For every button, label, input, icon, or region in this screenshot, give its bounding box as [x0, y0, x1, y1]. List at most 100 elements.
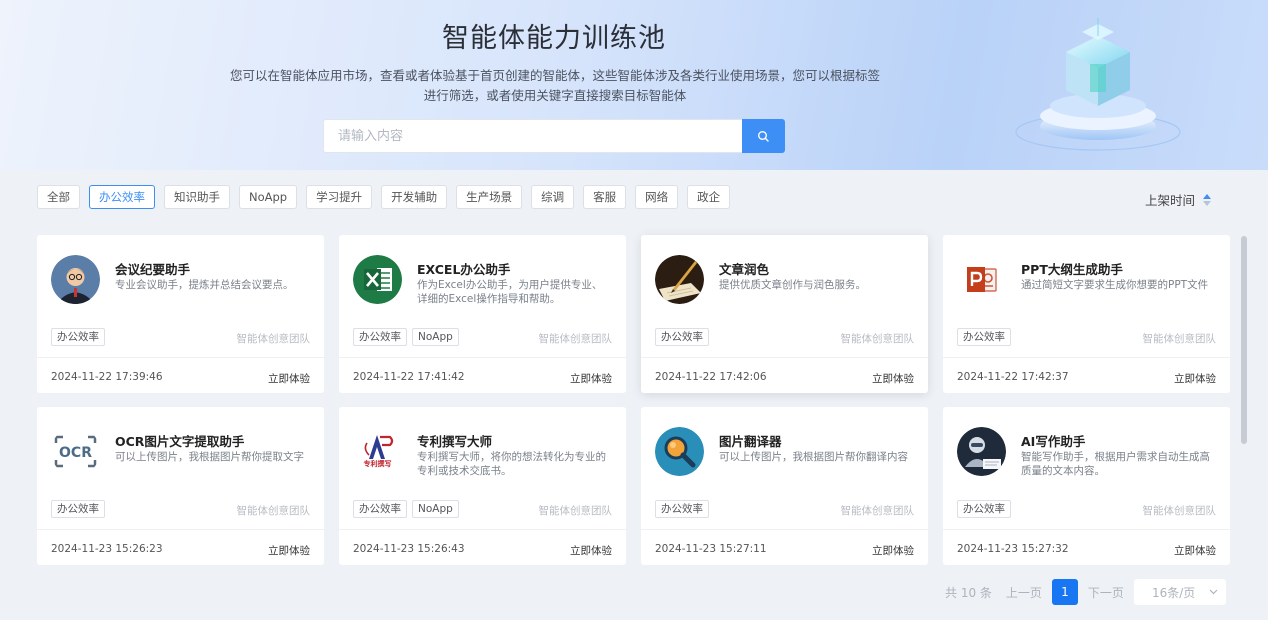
- agent-tag: 办公效率: [353, 500, 407, 518]
- hero-banner: 智能体能力训练池 您可以在智能体应用市场，查看或者体验基于首页创建的智能体，这些…: [0, 0, 1268, 170]
- agent-name: 专利撰写大师: [417, 434, 493, 449]
- agent-card[interactable]: PPT大纲生成助手 通过简短文字要求生成你想要的PPT文件 办公效率 智能体创意…: [943, 235, 1230, 393]
- card-divider: [641, 357, 928, 358]
- prev-page-button[interactable]: 上一页: [1006, 584, 1042, 601]
- agent-tag: 办公效率: [353, 328, 407, 346]
- pagination: 共 10 条 上一页 1 下一页 16条/页: [945, 579, 1226, 605]
- agent-tag: NoApp: [412, 328, 459, 346]
- patent-logo-text: 专利撰写: [363, 460, 392, 468]
- tag-all[interactable]: 全部: [37, 185, 80, 209]
- agent-description: 提供优质文章创作与润色服务。: [719, 279, 866, 291]
- try-now-link[interactable]: 立即体验: [872, 543, 914, 558]
- try-now-link[interactable]: 立即体验: [872, 371, 914, 386]
- agent-tags: 办公效率: [655, 500, 709, 518]
- agent-team: 智能体创意团队: [538, 333, 613, 345]
- agent-tags: 办公效率: [51, 500, 105, 518]
- try-now-link[interactable]: 立即体验: [1174, 371, 1216, 386]
- search-icon: [758, 130, 769, 142]
- card-divider: [37, 529, 324, 530]
- tag-network[interactable]: 网络: [635, 185, 679, 209]
- card-divider: [943, 529, 1230, 530]
- agent-tags: 办公效率: [51, 328, 105, 346]
- filter-tags: 全部 办公效率 知识助手 NoApp 学习提升 开发辅助 生产场景 综调 客服 …: [37, 185, 731, 209]
- card-divider: [641, 529, 928, 530]
- agent-tag: 办公效率: [51, 500, 105, 518]
- agent-team: 智能体创意团队: [1142, 505, 1217, 517]
- agent-card[interactable]: AI写作助手 智能写作助手，根据用户需求自动生成高质量的文本内容。 办公效率 智…: [943, 407, 1230, 565]
- agent-tags: 办公效率: [957, 328, 1011, 346]
- tag-learning[interactable]: 学习提升: [306, 185, 373, 209]
- ocr-icon: OCR: [51, 427, 100, 476]
- agent-name: PPT大纲生成助手: [1021, 262, 1123, 277]
- page-number-button[interactable]: 1: [1051, 579, 1078, 605]
- patent-logo-icon: 专利撰写: [353, 427, 402, 476]
- svg-text:OCR: OCR: [59, 445, 92, 461]
- agent-publish-time: 2024-11-22 17:42:06: [655, 371, 767, 383]
- agent-name: AI写作助手: [1021, 434, 1086, 449]
- cube-illustration-icon: [1015, 18, 1181, 151]
- agent-tag: 办公效率: [655, 500, 709, 518]
- agent-description: 可以上传图片，我根据图片帮你提取文字: [115, 451, 304, 463]
- vertical-scrollbar[interactable]: [1241, 236, 1247, 444]
- try-now-link[interactable]: 立即体验: [570, 543, 612, 558]
- try-now-link[interactable]: 立即体验: [268, 371, 310, 386]
- search-input[interactable]: [323, 119, 742, 153]
- agent-description: 智能写作助手，根据用户需求自动生成高质量的文本内容。: [1021, 451, 1210, 477]
- try-now-link[interactable]: 立即体验: [570, 371, 612, 386]
- pen-writing-icon: [655, 255, 704, 304]
- robot-writer-icon: [957, 427, 1006, 476]
- agent-tag: 办公效率: [957, 328, 1011, 346]
- tag-government[interactable]: 政企: [687, 185, 731, 209]
- agent-publish-time: 2024-11-23 15:26:43: [353, 543, 465, 555]
- page-size-select[interactable]: 16条/页: [1133, 579, 1226, 605]
- tag-production[interactable]: 生产场景: [456, 185, 523, 209]
- agent-publish-time: 2024-11-22 17:41:42: [353, 371, 465, 383]
- agent-team: 智能体创意团队: [538, 505, 613, 517]
- tag-office-efficiency[interactable]: 办公效率: [89, 185, 155, 209]
- agent-publish-time: 2024-11-23 15:26:23: [51, 543, 163, 555]
- agent-tags: 办公效率 NoApp: [353, 328, 459, 346]
- agent-card[interactable]: OCR OCR图片文字提取助手 可以上传图片，我根据图片帮你提取文字 办公效率 …: [37, 407, 324, 565]
- agent-card-grid: 会议纪要助手 专业会议助手，提炼并总结会议要点。 办公效率 智能体创意团队 20…: [37, 235, 1232, 565]
- card-divider: [37, 357, 324, 358]
- agent-description: 可以上传图片，我根据图片帮你翻译内容: [719, 451, 908, 463]
- agent-card[interactable]: EXCEL办公助手 作为Excel办公助手，为用户提供专业、详细的Excel操作…: [339, 235, 626, 393]
- chevron-down-icon: [1209, 589, 1218, 595]
- sort-by-time[interactable]: 上架时间: [1145, 190, 1212, 209]
- tag-dev-assist[interactable]: 开发辅助: [381, 185, 448, 209]
- agent-publish-time: 2024-11-23 15:27:11: [655, 543, 767, 555]
- agent-tag: 办公效率: [655, 328, 709, 346]
- try-now-link[interactable]: 立即体验: [268, 543, 310, 558]
- card-divider: [339, 529, 626, 530]
- agent-name: 会议纪要助手: [115, 262, 191, 277]
- agent-card[interactable]: 文章润色 提供优质文章创作与润色服务。 办公效率 智能体创意团队 2024-11…: [641, 235, 928, 393]
- tag-knowledge-assistant[interactable]: 知识助手: [164, 185, 230, 209]
- pagination-total: 共 10 条: [945, 585, 992, 600]
- agent-tag: 办公效率: [957, 500, 1011, 518]
- agent-name: OCR图片文字提取助手: [115, 434, 245, 449]
- agent-tags: 办公效率: [655, 328, 709, 346]
- try-now-link[interactable]: 立即体验: [1174, 543, 1216, 558]
- sort-label: 上架时间: [1145, 193, 1196, 208]
- page-title: 智能体能力训练池: [442, 23, 666, 54]
- agent-description: 通过简短文字要求生成你想要的PPT文件: [1021, 279, 1209, 291]
- agent-publish-time: 2024-11-23 15:27:32: [957, 543, 1069, 555]
- page-size-value: 16条/页: [1151, 585, 1196, 600]
- agent-description: 作为Excel办公助手，为用户提供专业、详细的Excel操作指导和帮助。: [417, 279, 603, 305]
- agent-card[interactable]: 专利撰写 专利撰写大师 专利撰写大师，将你的想法转化为专业的专利或技术交底书。 …: [339, 407, 626, 565]
- card-divider: [943, 357, 1230, 358]
- tag-customer-service[interactable]: 客服: [583, 185, 627, 209]
- agent-card[interactable]: 会议纪要助手 专业会议助手，提炼并总结会议要点。 办公效率 智能体创意团队 20…: [37, 235, 324, 393]
- next-page-button[interactable]: 下一页: [1088, 584, 1124, 601]
- agent-team: 智能体创意团队: [236, 505, 311, 517]
- tag-noapp[interactable]: NoApp: [239, 185, 298, 209]
- agent-tag: NoApp: [412, 500, 459, 518]
- agent-description: 专业会议助手，提炼并总结会议要点。: [115, 279, 294, 291]
- agent-tags: 办公效率: [957, 500, 1011, 518]
- agent-team: 智能体创意团队: [1142, 333, 1217, 345]
- agent-description: 专利撰写大师，将你的想法转化为专业的专利或技术交底书。: [417, 451, 606, 477]
- excel-icon: [353, 255, 402, 304]
- search-button[interactable]: [742, 119, 785, 153]
- tag-zongdiao[interactable]: 综调: [531, 185, 575, 209]
- agent-card[interactable]: 图片翻译器 可以上传图片，我根据图片帮你翻译内容 办公效率 智能体创意团队 20…: [641, 407, 928, 565]
